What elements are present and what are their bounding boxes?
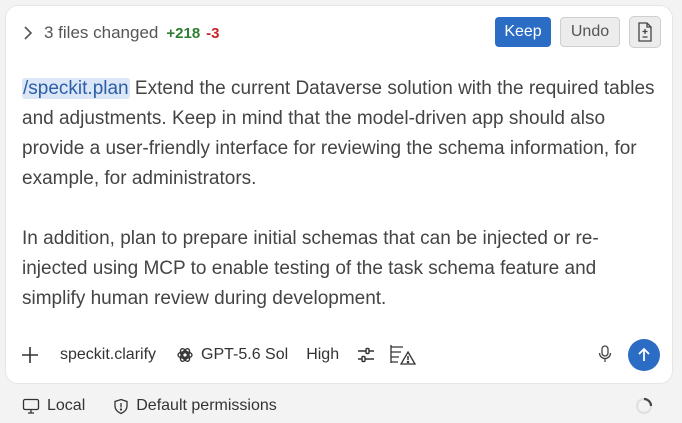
slash-command-chip[interactable]: /speckit.plan — [22, 78, 130, 99]
monitor-icon — [22, 398, 40, 414]
shield-icon — [114, 398, 128, 414]
agent-label: speckit.clarify — [60, 346, 157, 363]
chevron-right-icon[interactable] — [20, 25, 36, 41]
prompt-paragraph-1: /speckit.plan Extend the current Dataver… — [22, 74, 658, 194]
microphone-icon[interactable] — [598, 345, 612, 363]
prompt-text[interactable]: /speckit.plan Extend the current Dataver… — [22, 74, 658, 314]
additions-count: +218 — [166, 24, 201, 42]
effort-label: High — [306, 346, 340, 363]
openai-logo-icon — [177, 348, 193, 362]
location-selector[interactable]: Local — [22, 397, 85, 415]
input-toolbar: speckit.clarify GPT-5.6 Sol High — [20, 339, 660, 371]
view-diff-button[interactable] — [629, 16, 661, 48]
diff-file-icon — [638, 22, 652, 42]
permissions-label: Default permissions — [136, 397, 277, 414]
files-changed-summary[interactable]: 3 files changed +218 -3 — [20, 20, 220, 46]
model-label: GPT-5.6 Sol — [201, 346, 289, 363]
reasoning-effort-selector[interactable]: High — [306, 346, 339, 364]
tools-warning-icon[interactable] — [389, 344, 417, 366]
deletions-count: -3 — [206, 24, 220, 42]
loading-spinner-icon — [635, 397, 653, 415]
model-selector[interactable]: GPT-5.6 Sol — [176, 346, 288, 364]
files-changed-label: 3 files changed — [44, 23, 159, 42]
chat-input-card: 3 files changed +218 -3 Keep Undo /speck… — [6, 6, 672, 383]
agent-selector[interactable]: speckit.clarify — [60, 346, 156, 364]
status-bar: Local Default permissions — [22, 394, 305, 418]
prompt-paragraph-2: In addition, plan to prepare initial sch… — [22, 228, 599, 309]
keep-button[interactable]: Keep — [495, 17, 551, 47]
send-button[interactable] — [628, 339, 660, 371]
arrow-up-icon — [638, 347, 650, 361]
undo-button[interactable]: Undo — [560, 17, 620, 47]
permissions-selector[interactable]: Default permissions — [113, 397, 277, 415]
add-context-icon[interactable] — [20, 345, 40, 365]
location-label: Local — [47, 397, 86, 414]
settings-sliders-icon[interactable] — [357, 347, 375, 363]
